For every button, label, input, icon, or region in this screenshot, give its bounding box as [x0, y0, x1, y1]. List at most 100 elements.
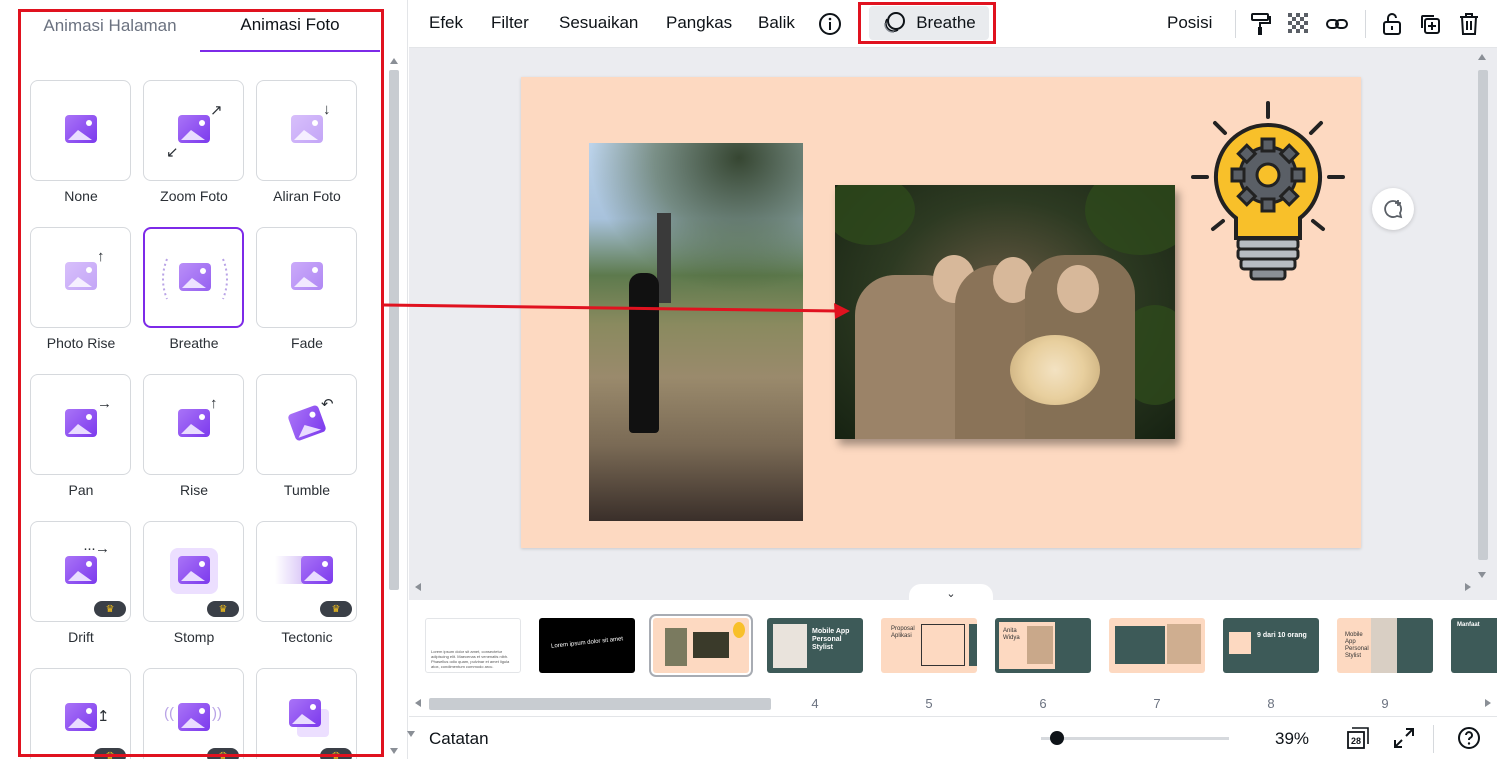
- scroll-down-icon[interactable]: [407, 731, 415, 737]
- thumb-bulb: [733, 622, 745, 638]
- zoom-slider[interactable]: [1041, 731, 1229, 745]
- vibrate-icon: ((: [164, 705, 174, 722]
- slide-page[interactable]: [521, 77, 1361, 548]
- animate-button[interactable]: Breathe: [869, 6, 989, 40]
- scroll-right-icon[interactable]: [1485, 699, 1491, 707]
- image-icon: [301, 556, 333, 584]
- animation-option[interactable]: ♛: [256, 668, 358, 759]
- animation-fade[interactable]: Fade: [256, 227, 358, 351]
- animation-aliran-foto[interactable]: ↓ Aliran Foto: [256, 80, 358, 204]
- notes-button[interactable]: Catatan: [429, 729, 489, 749]
- image-icon: [178, 556, 210, 584]
- fullscreen-icon[interactable]: [1392, 726, 1416, 750]
- animation-thumbnail: →: [30, 374, 131, 475]
- duplicate-icon[interactable]: [1417, 11, 1443, 37]
- page-filmstrip: Lorem ipsum dolor sit amet, consectetur …: [409, 600, 1497, 716]
- scroll-down-icon[interactable]: [390, 748, 398, 754]
- arrow-down-icon: ↓: [323, 101, 331, 118]
- lightbulb-gear-icon[interactable]: [1191, 99, 1345, 299]
- panel-scrollbar[interactable]: [387, 56, 401, 756]
- page-thumbnail[interactable]: [1109, 618, 1205, 673]
- filter-button[interactable]: Filter: [491, 0, 529, 46]
- trash-icon[interactable]: [1456, 11, 1482, 37]
- filmstrip-scrollbar[interactable]: [413, 696, 1493, 712]
- animation-rise[interactable]: ↑ Rise: [143, 374, 245, 498]
- info-icon[interactable]: [817, 11, 843, 37]
- rotate-icon: ↶: [321, 396, 334, 413]
- add-comment-button[interactable]: [1372, 188, 1414, 230]
- page-thumbnail[interactable]: Proposal Aplikasi: [881, 618, 977, 673]
- link-icon[interactable]: [1324, 11, 1350, 37]
- svg-text:28: 28: [1351, 736, 1361, 746]
- unlock-icon[interactable]: [1379, 11, 1405, 37]
- transparency-icon[interactable]: [1286, 11, 1312, 37]
- balik-button[interactable]: Balik: [758, 0, 795, 46]
- animation-drift[interactable]: ···→ ♛ Drift: [30, 521, 132, 645]
- canvas-scrollbar[interactable]: [1475, 52, 1491, 580]
- tab-animasi-foto[interactable]: Animasi Foto: [200, 0, 380, 52]
- page-thumbnail[interactable]: [649, 614, 753, 677]
- crown-icon: ♛: [207, 601, 239, 617]
- pages-grid-button[interactable]: 28: [1346, 726, 1370, 750]
- scroll-up-icon[interactable]: [390, 58, 398, 64]
- zoom-level[interactable]: 39%: [1275, 729, 1309, 749]
- comment-plus-icon: [1384, 200, 1403, 219]
- scroll-left-icon[interactable]: [415, 699, 421, 707]
- efek-button[interactable]: Efek: [429, 0, 463, 46]
- animation-zoom-foto[interactable]: ↗ ↙ Zoom Foto: [143, 80, 245, 204]
- animation-stomp[interactable]: ♛ Stomp: [143, 521, 245, 645]
- animation-thumbnail: (( )) ♛: [143, 668, 244, 759]
- image-icon: [178, 703, 210, 731]
- page-thumbnail[interactable]: Manfaat: [1451, 618, 1497, 673]
- sesuaikan-button[interactable]: Sesuaikan: [559, 0, 638, 46]
- photo-foliage: [1085, 185, 1175, 255]
- scroll-up-icon[interactable]: [1478, 54, 1486, 60]
- image-icon: [289, 699, 321, 727]
- group-photo[interactable]: [835, 185, 1175, 439]
- scroll-down-icon[interactable]: [1478, 572, 1486, 578]
- animation-breathe[interactable]: Breathe: [143, 227, 245, 351]
- photo-face: [1057, 265, 1099, 313]
- animation-option[interactable]: ↥ ♛: [30, 668, 132, 759]
- posisi-button[interactable]: Posisi: [1167, 0, 1212, 46]
- page-thumbnail[interactable]: Lorem ipsum dolor sit amet: [539, 618, 635, 673]
- chevron-down-icon: ⌄: [946, 587, 956, 600]
- animation-pan[interactable]: → Pan: [30, 374, 132, 498]
- scroll-right-icon[interactable]: [1465, 583, 1471, 591]
- zoom-slider-knob[interactable]: [1050, 731, 1064, 745]
- page-thumbnail[interactable]: Anita Widya: [995, 618, 1091, 673]
- page-thumbnail[interactable]: Lorem ipsum dolor sit amet, consectetur …: [425, 618, 521, 673]
- scrollbar-thumb[interactable]: [389, 70, 399, 590]
- help-icon[interactable]: [1457, 726, 1481, 750]
- photo-person: [629, 273, 659, 433]
- image-icon: [291, 262, 323, 290]
- animate-icon: [884, 12, 906, 33]
- animation-option[interactable]: (( )) ♛: [143, 668, 245, 759]
- animation-tectonic[interactable]: ♛ Tectonic: [256, 521, 358, 645]
- pangkas-button[interactable]: Pangkas: [666, 0, 732, 46]
- animation-thumbnail: ♛: [143, 521, 244, 622]
- animate-button-label: Breathe: [916, 13, 976, 32]
- animation-thumbnail: ♛: [256, 521, 357, 622]
- page-thumbnail[interactable]: 9 dari 10 orang: [1223, 618, 1319, 673]
- image-icon: [65, 262, 97, 290]
- thumb-photo: [1167, 624, 1201, 664]
- animation-thumbnail: [143, 227, 244, 328]
- arrow-up-icon: ↑: [97, 248, 105, 265]
- animation-thumbnail: ↗ ↙: [143, 80, 244, 181]
- bottom-bar: Catatan 39% 28: [407, 716, 1497, 759]
- scrollbar-thumb[interactable]: [429, 698, 771, 710]
- page-thumbnail[interactable]: Mobile App Personal Stylist: [1337, 618, 1433, 673]
- page-thumbnail[interactable]: Mobile App Personal Stylist: [767, 618, 863, 673]
- animation-tumble[interactable]: ↶ Tumble: [256, 374, 358, 498]
- scroll-left-icon[interactable]: [415, 583, 421, 591]
- crown-icon: ♛: [320, 748, 352, 759]
- scrollbar-thumb[interactable]: [1478, 70, 1488, 560]
- photo-tower: [657, 213, 671, 303]
- paint-roller-icon[interactable]: [1247, 11, 1273, 37]
- tab-animasi-halaman[interactable]: Animasi Halaman: [20, 0, 200, 52]
- archery-photo[interactable]: [589, 143, 803, 521]
- photo-foliage: [589, 143, 803, 293]
- animation-none[interactable]: None: [30, 80, 132, 204]
- animation-photo-rise[interactable]: ↑ Photo Rise: [30, 227, 132, 351]
